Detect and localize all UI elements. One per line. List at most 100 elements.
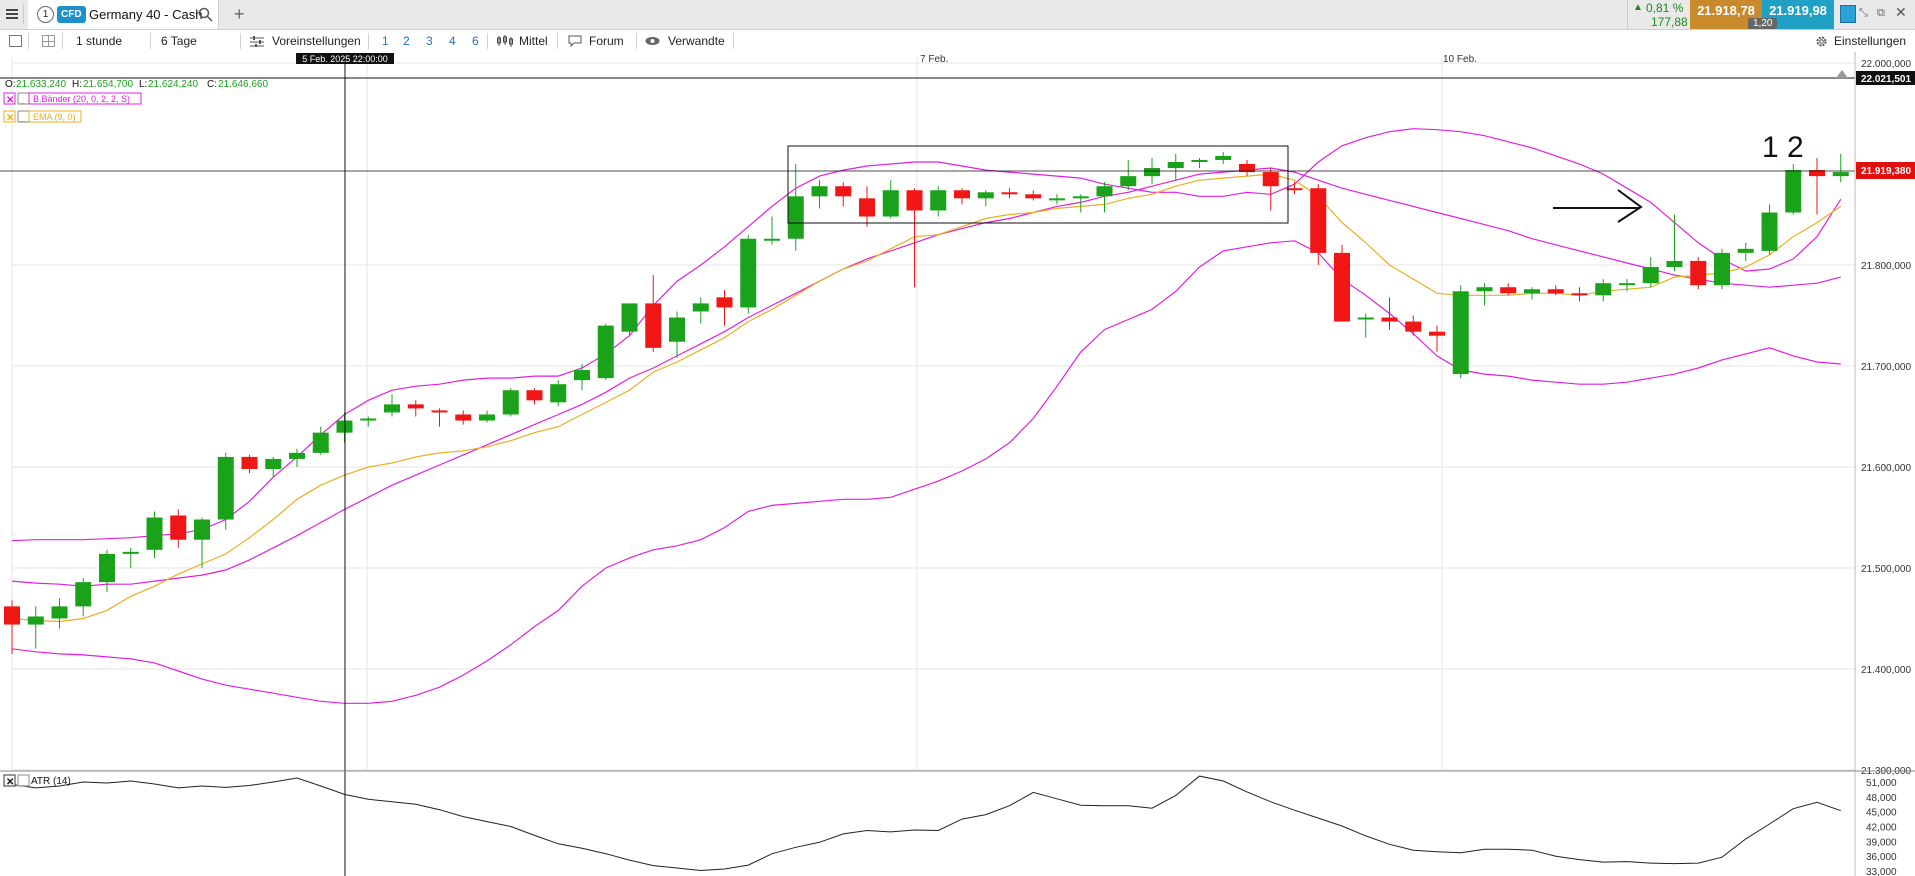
candle-body bbox=[669, 317, 685, 342]
candle-body bbox=[1096, 186, 1113, 197]
candle-body bbox=[479, 414, 495, 421]
candle-body bbox=[787, 196, 804, 239]
presets-button[interactable]: Voreinstellungen bbox=[272, 30, 361, 52]
price-chart[interactable]: 51,000 48,000 45,000 42,000 39,000 36,000 33,0… bbox=[0, 52, 1915, 876]
candle-body bbox=[1167, 161, 1184, 169]
range-select[interactable]: 6 Tage bbox=[161, 30, 197, 52]
candle-body bbox=[1072, 196, 1089, 199]
candle-body bbox=[1120, 176, 1137, 187]
candle-body bbox=[1595, 283, 1612, 296]
search-icon[interactable] bbox=[198, 7, 213, 22]
svg-text:21.919,380: 21.919,380 bbox=[1861, 166, 1911, 177]
date-label-10feb: 10 Feb. bbox=[1443, 54, 1477, 65]
candle-body bbox=[977, 192, 994, 199]
presets-icon bbox=[250, 36, 264, 47]
indicator-icon bbox=[497, 35, 513, 47]
indicator-button[interactable]: Mittel bbox=[519, 30, 548, 52]
candle-body bbox=[1571, 293, 1588, 296]
atr-tick-label: 48,000 bbox=[1866, 793, 1897, 804]
layout-4[interactable]: 4 bbox=[449, 30, 456, 52]
svg-text:21.624,240: 21.624,240 bbox=[148, 79, 198, 90]
minimize-icon[interactable]: ⤡ bbox=[1859, 7, 1868, 20]
candle-body bbox=[1666, 260, 1683, 268]
candle-body bbox=[1642, 267, 1659, 284]
candle-body bbox=[621, 303, 638, 332]
change-percent: 0,81 % bbox=[1646, 1, 1684, 15]
svg-text:L:: L: bbox=[139, 79, 147, 90]
layout-3[interactable]: 3 bbox=[426, 30, 433, 52]
candle-body bbox=[1286, 188, 1303, 191]
svg-text:21.646,660: 21.646,660 bbox=[218, 79, 268, 90]
price-tick-label: 21.700,000 bbox=[1861, 362, 1911, 373]
candle bbox=[1452, 285, 1469, 379]
candle-body bbox=[1500, 287, 1517, 294]
candle-body bbox=[1025, 194, 1042, 199]
settings-button[interactable]: Einstellungen bbox=[1834, 30, 1906, 52]
candle bbox=[502, 388, 519, 417]
legend-bollinger-label: B.Bänder (20, 0, 2, 2, S) bbox=[33, 94, 130, 104]
list-view-icon[interactable] bbox=[9, 35, 22, 47]
candle-body bbox=[241, 456, 258, 470]
candle-body bbox=[1832, 172, 1849, 177]
candle-body bbox=[1334, 252, 1350, 322]
legend-atr-label: ATR (14) bbox=[31, 776, 71, 787]
legend-bollinger[interactable]: ✕ _ B.Bänder (20, 0, 2, 2, S) bbox=[3, 92, 142, 106]
svg-text:22.021,501: 22.021,501 bbox=[1861, 74, 1911, 85]
candle-body bbox=[289, 452, 305, 459]
candle-body bbox=[1381, 317, 1398, 322]
layout-icon[interactable] bbox=[42, 35, 55, 47]
handwritten-annotation: 1 2 bbox=[1762, 131, 1804, 164]
layout-6[interactable]: 6 bbox=[472, 30, 479, 52]
candle-body bbox=[146, 517, 163, 550]
candle-body bbox=[51, 606, 68, 619]
add-tab-button[interactable]: + bbox=[234, 4, 245, 25]
atr-tick-label: 42,000 bbox=[1866, 823, 1897, 834]
candle-body bbox=[27, 616, 44, 625]
candle-body bbox=[312, 432, 329, 453]
chart-toolbar: 1 stunde 6 Tage Voreinstellungen 1 2 3 4… bbox=[0, 30, 1915, 53]
layout-2[interactable]: 2 bbox=[403, 30, 410, 52]
svg-text:21.633,240: 21.633,240 bbox=[16, 79, 66, 90]
layout-1[interactable]: 1 bbox=[382, 30, 389, 52]
candle-body bbox=[360, 418, 377, 421]
interval-select[interactable]: 1 stunde bbox=[76, 30, 122, 52]
svg-text:C:: C: bbox=[207, 79, 217, 90]
date-label-7feb: 7 Feb. bbox=[920, 54, 948, 65]
candle-body bbox=[455, 414, 472, 421]
candle-body bbox=[1049, 198, 1065, 201]
candle-body bbox=[835, 186, 852, 197]
instrument-title: Germany 40 - Cash bbox=[89, 7, 203, 22]
forum-button[interactable]: Forum bbox=[589, 30, 624, 52]
candle bbox=[1714, 248, 1730, 290]
candle bbox=[740, 234, 757, 314]
legend-atr[interactable]: ✕ _ ATR (14) bbox=[3, 774, 71, 788]
candle-body bbox=[502, 390, 519, 415]
svg-text:_: _ bbox=[19, 94, 26, 104]
close-icon[interactable]: ✕ bbox=[1895, 4, 1907, 21]
hamburger-menu-icon[interactable] bbox=[4, 6, 20, 22]
window-icon[interactable] bbox=[1840, 5, 1856, 23]
candle-body bbox=[122, 551, 139, 554]
price-tick-label: 21.500,000 bbox=[1861, 564, 1911, 575]
forum-icon bbox=[568, 35, 582, 47]
atr-tick-label: 45,000 bbox=[1866, 808, 1897, 819]
popout-icon[interactable]: ⧉ bbox=[1877, 7, 1885, 20]
candle bbox=[1334, 244, 1350, 322]
candle bbox=[217, 452, 234, 530]
candle-body bbox=[384, 404, 400, 413]
related-button[interactable]: Verwandte bbox=[668, 30, 725, 52]
price-tick-label: 21.600,000 bbox=[1861, 463, 1911, 474]
candle-body bbox=[1191, 159, 1208, 162]
candle-body bbox=[431, 410, 448, 413]
gear-icon[interactable] bbox=[1815, 35, 1828, 48]
cursor-time-label: 5 Feb. 2025 22:00:00 bbox=[302, 54, 388, 64]
candle-body bbox=[716, 297, 733, 308]
candle-body bbox=[265, 458, 282, 470]
candle bbox=[621, 303, 638, 336]
candle-body bbox=[811, 186, 828, 197]
svg-text:21.654,700: 21.654,700 bbox=[83, 79, 133, 90]
spread-badge: 1,20 bbox=[1748, 18, 1778, 29]
candle-body bbox=[692, 303, 709, 312]
candle-body bbox=[930, 190, 947, 211]
svg-text:✕: ✕ bbox=[6, 95, 14, 106]
